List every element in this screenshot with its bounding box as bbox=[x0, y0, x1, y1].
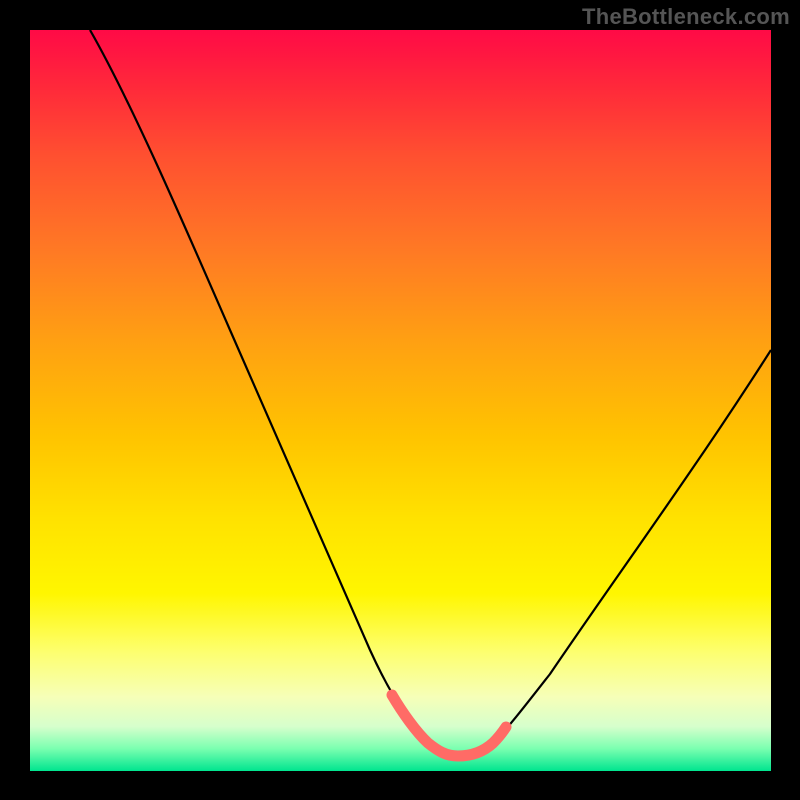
chart-container: TheBottleneck.com bbox=[0, 0, 800, 800]
curve-svg bbox=[30, 30, 771, 771]
flat-highlight bbox=[392, 695, 506, 756]
plot-area bbox=[30, 30, 771, 771]
bottleneck-curve bbox=[90, 30, 771, 756]
watermark-text: TheBottleneck.com bbox=[582, 4, 790, 30]
